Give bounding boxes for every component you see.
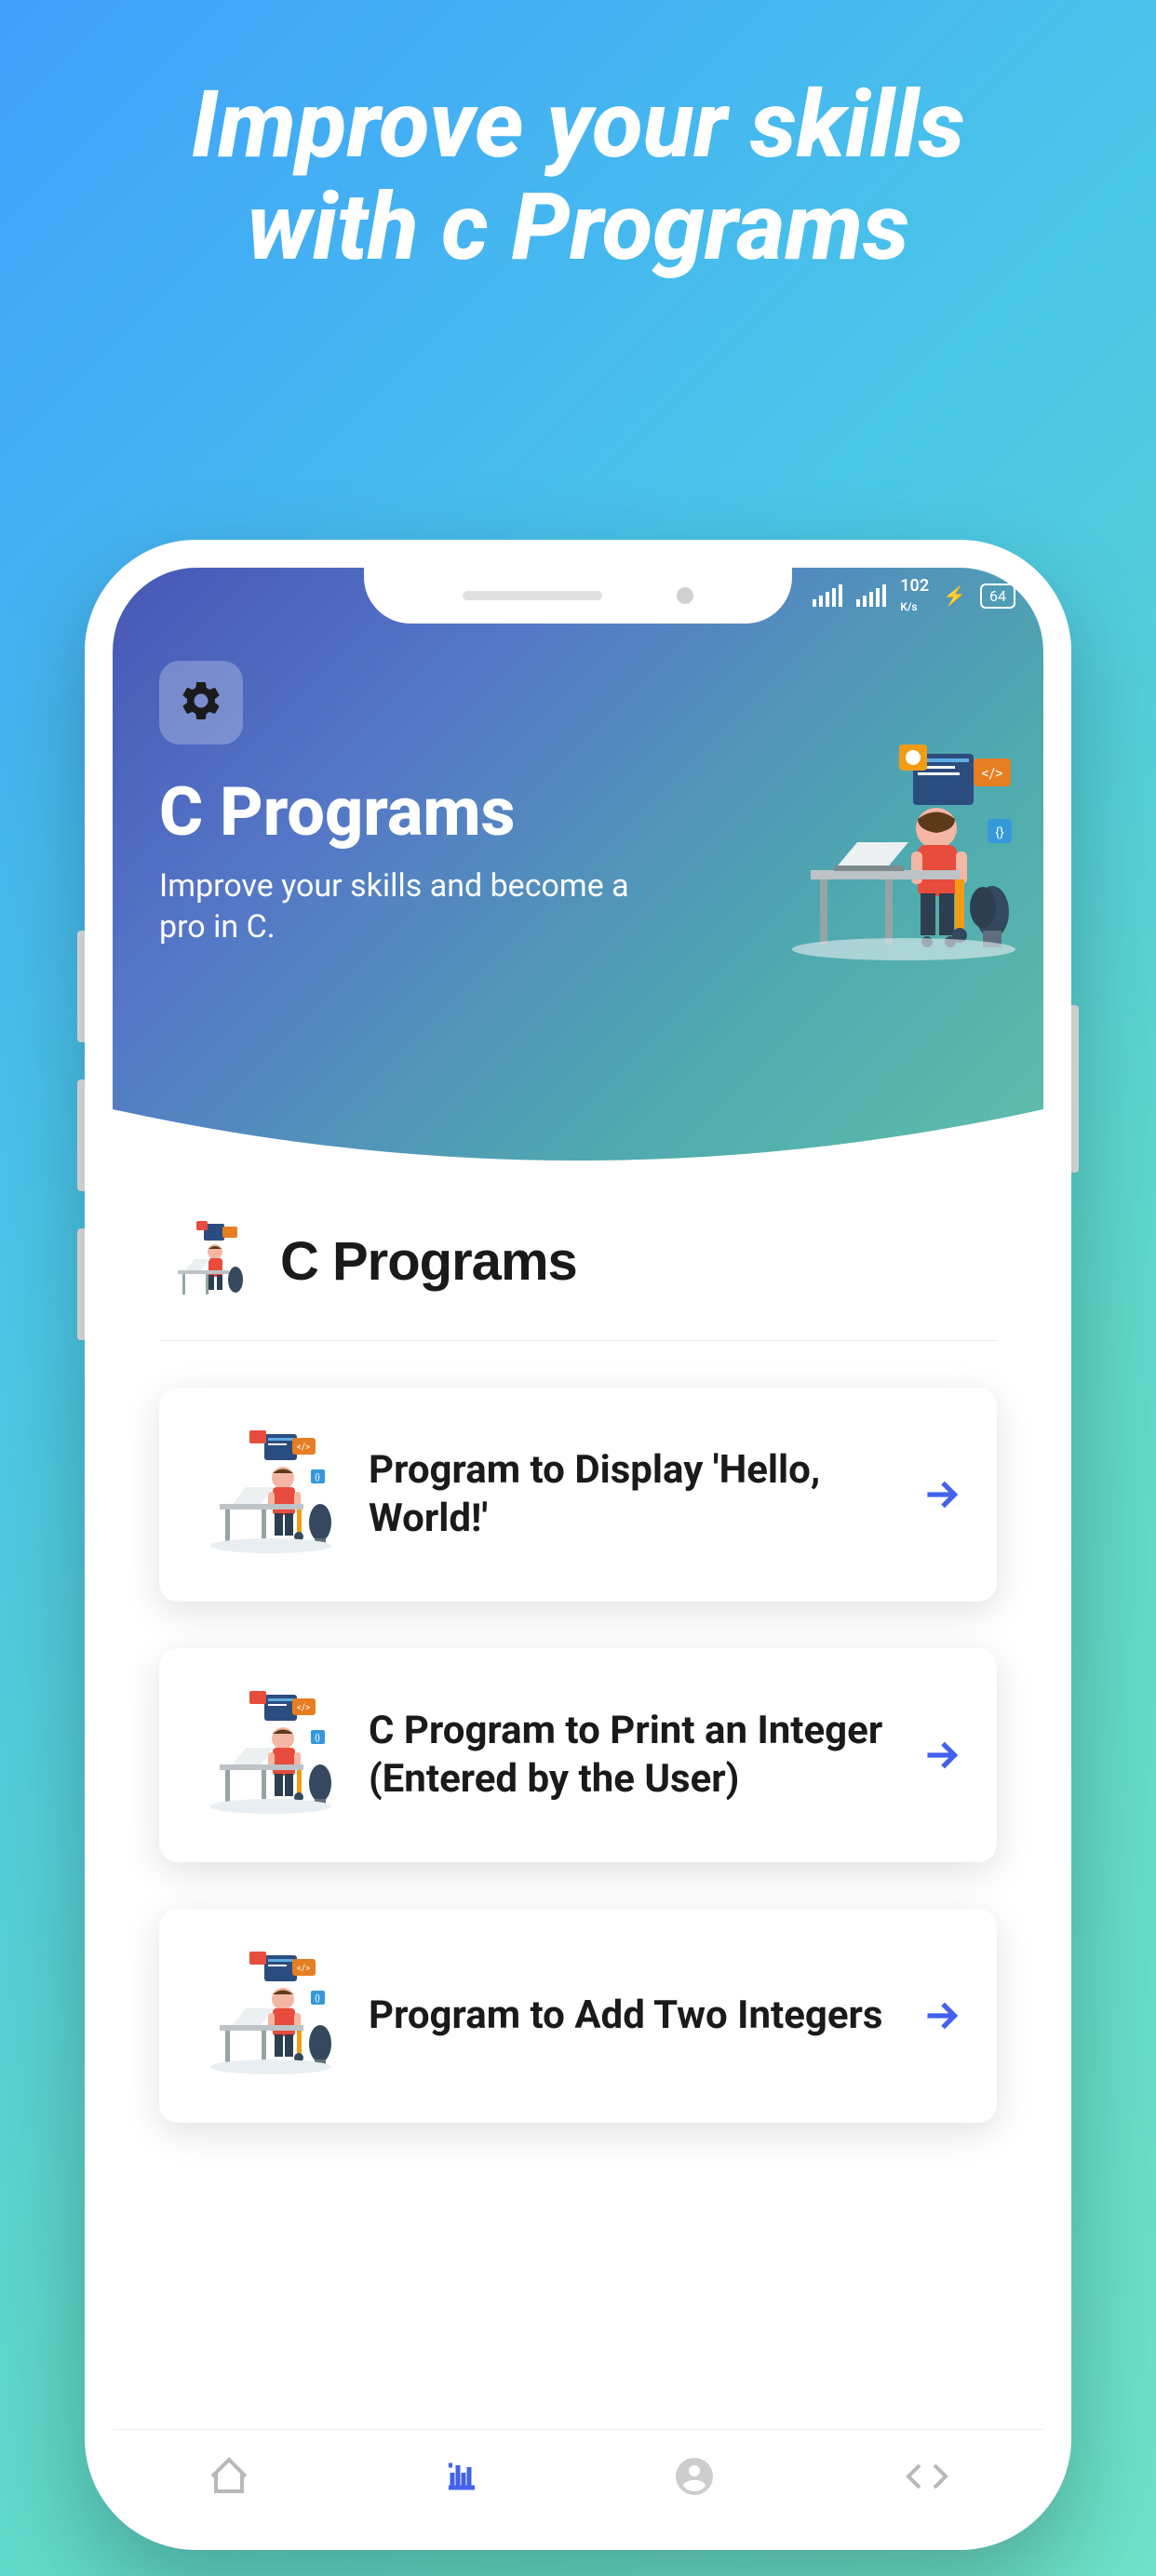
charging-icon: ⚡ [943,584,966,607]
card-illustration: </> {} [192,1685,341,1825]
hero-illustration: </> {} [755,726,1015,986]
program-card[interactable]: </> {} [159,1909,997,2123]
card-title: Program to Add Two Integers [369,1992,890,2041]
hero-subtitle: Improve your skills and become a pro in … [159,865,652,947]
promo-title: Improve your skills with c Programs [0,74,1156,279]
svg-text:{}: {} [315,1473,320,1483]
svg-text:</>: </> [981,764,1002,782]
svg-text:{}: {} [995,825,1004,840]
arrow-right-icon [918,1732,964,1778]
phone-notch [364,568,792,624]
network-speed: 102 K/s [900,576,929,615]
bottom-nav [113,2429,1043,2522]
arrow-right-icon [918,1471,964,1518]
nav-profile-button[interactable] [666,2449,722,2504]
nav-home-button[interactable] [201,2449,257,2504]
svg-text:{}: {} [315,1734,320,1743]
svg-text:</>: </> [297,1442,310,1453]
content-section: C Programs </> {} [113,1163,1043,2225]
nav-code-button[interactable] [899,2449,955,2504]
section-title: C Programs [280,1230,577,1293]
arrow-right-icon [918,1992,964,2039]
battery-indicator: 64 [980,584,1015,609]
svg-text:</>: </> [297,1703,310,1713]
card-illustration: </> {} [192,1946,341,2086]
gear-icon [178,678,224,728]
status-bar: 102 K/s ⚡ 64 [813,577,1015,614]
card-illustration: </> {} [192,1425,341,1564]
section-header: C Programs [159,1219,997,1341]
settings-button[interactable] [159,661,243,745]
signal-icon [813,584,842,607]
phone-mockup: 102 K/s ⚡ 64 C Pr [85,540,1071,2550]
hero-header: 102 K/s ⚡ 64 C Pr [113,568,1043,1163]
nav-programs-button[interactable] [434,2449,490,2504]
svg-text:</>: </> [297,1964,310,1974]
signal-icon [856,584,886,607]
program-card[interactable]: </> {} [159,1388,997,1602]
card-title: C Program to Print an Integer (Entered b… [369,1707,890,1805]
program-card[interactable]: </> {} [159,1648,997,1862]
svg-text:{}: {} [315,1994,320,2004]
section-illustration [159,1219,252,1303]
card-title: Program to Display 'Hello, World!' [369,1446,890,1544]
